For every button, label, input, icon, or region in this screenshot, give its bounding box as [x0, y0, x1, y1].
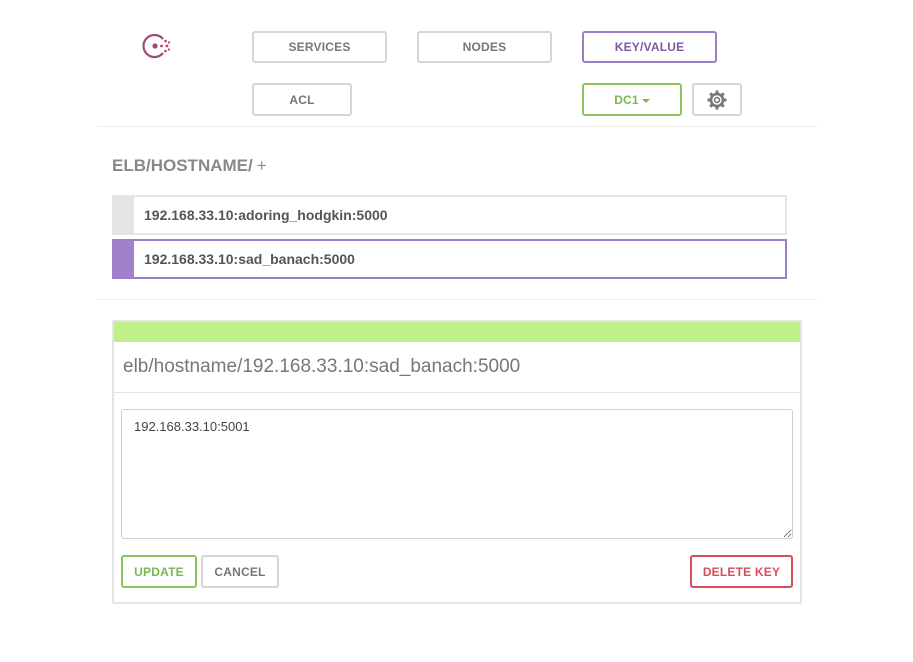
breadcrumb: ELB/HOSTNAME/+: [112, 156, 267, 176]
update-button[interactable]: UPDATE: [121, 555, 197, 588]
key-path-title: elb/hostname/192.168.33.10:sad_banach:50…: [114, 342, 800, 393]
header-divider: [97, 126, 817, 127]
datacenter-label: DC1: [614, 92, 639, 107]
delete-key-button[interactable]: DELETE KEY: [690, 555, 793, 588]
gear-icon: [707, 90, 727, 109]
value-textarea[interactable]: 192.168.33.10:5001: [121, 409, 793, 539]
status-bar: [114, 322, 800, 342]
caret-down-icon: [641, 98, 650, 103]
list-divider: [97, 299, 817, 300]
key-status-bar: [112, 197, 134, 233]
key-status-bar: [112, 241, 134, 277]
key-list-item[interactable]: 192.168.33.10:adoring_hodgkin:5000: [112, 195, 787, 235]
key-list-item-label: 192.168.33.10:sad_banach:5000: [144, 251, 355, 267]
nav-nodes-button[interactable]: NODES: [417, 31, 552, 63]
datacenter-dropdown[interactable]: DC1: [582, 83, 682, 116]
nav-acl-button[interactable]: ACL: [252, 83, 352, 116]
key-editor-panel: elb/hostname/192.168.33.10:sad_banach:50…: [112, 320, 802, 604]
nav-keyvalue-button[interactable]: KEY/VALUE: [582, 31, 717, 63]
key-list-item-selected[interactable]: 192.168.33.10:sad_banach:5000: [112, 239, 787, 279]
settings-button[interactable]: [692, 83, 742, 116]
consul-logo-icon[interactable]: [141, 31, 173, 61]
nav-services-button[interactable]: SERVICES: [252, 31, 387, 63]
breadcrumb-path[interactable]: ELB/HOSTNAME/: [112, 156, 253, 175]
cancel-button[interactable]: CANCEL: [201, 555, 279, 588]
key-list-item-label: 192.168.33.10:adoring_hodgkin:5000: [144, 207, 388, 223]
add-key-icon[interactable]: +: [257, 156, 267, 175]
